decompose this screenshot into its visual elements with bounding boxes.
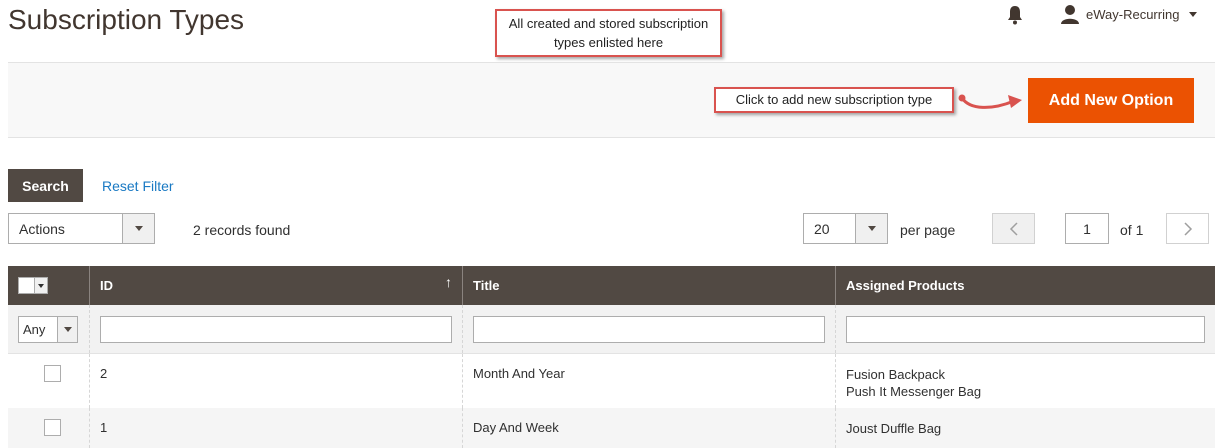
column-header-label: Assigned Products [846,278,965,293]
filter-cell [836,305,1215,353]
chevron-left-icon [1009,221,1018,236]
id-filter-input[interactable] [100,315,452,343]
data-grid: ID ↑ Title Assigned Products Any 2 Month… [8,266,1215,448]
row-select-cell [8,408,90,448]
chevron-down-icon [63,326,72,332]
column-header-label: ID [100,278,113,293]
column-header-label: Title [473,278,500,293]
column-header-assigned-products[interactable]: Assigned Products [836,266,1215,305]
table-row[interactable]: 2 Month And Year Fusion Backpack Push It… [8,354,1215,408]
table-row[interactable]: 1 Day And Week Joust Duffle Bag [8,408,1215,448]
annotation-callout-list: All created and stored subscription type… [495,9,722,57]
mass-select-column [8,266,90,305]
dropdown-toggle[interactable] [57,316,77,342]
dropdown-toggle[interactable] [122,214,154,243]
product-name: Push It Messenger Bag [846,384,982,399]
chevron-down-icon [867,226,876,231]
actions-dropdown[interactable]: Actions [8,213,155,244]
column-header-id[interactable]: ID ↑ [90,266,463,305]
product-name: Fusion Backpack [846,367,945,382]
filter-cell [90,305,463,353]
products-cell: Fusion Backpack Push It Messenger Bag [836,354,1215,408]
bell-icon[interactable] [1006,5,1024,25]
next-page-button[interactable] [1166,213,1209,244]
chevron-down-icon [38,283,44,288]
filter-cell: Any [8,305,90,353]
dropdown-toggle[interactable] [855,214,887,243]
user-menu[interactable]: eWay-Recurring [1060,4,1198,24]
row-select-cell [8,354,90,408]
product-name: Joust Duffle Bag [846,421,942,436]
grid-header-row: ID ↑ Title Assigned Products [8,266,1215,305]
any-filter-value: Any [23,321,46,337]
per-page-dropdown[interactable]: 20 [803,213,888,244]
products-cell: Joust Duffle Bag [836,408,1215,448]
row-checkbox[interactable] [44,419,61,436]
mass-select-dropdown[interactable] [34,278,47,293]
add-new-option-button[interactable]: Add New Option [1028,78,1194,123]
previous-page-button[interactable] [992,213,1035,244]
annotation-arrow-icon [958,94,1022,109]
id-cell: 2 [90,354,463,408]
search-button[interactable]: Search [8,169,83,202]
products-filter-input[interactable] [846,315,1205,343]
row-checkbox[interactable] [44,365,61,382]
records-count: 2 records found [193,222,291,238]
column-header-title[interactable]: Title [463,266,836,305]
page-count-label: of 1 [1120,222,1144,238]
user-icon [1061,5,1079,24]
title-filter-input[interactable] [473,315,825,343]
per-page-label: per page [900,222,956,238]
grid-filter-row: Any [8,305,1215,354]
chevron-down-icon [134,226,143,231]
title-cell: Month And Year [463,354,836,408]
id-cell: 1 [90,408,463,448]
chevron-right-icon [1183,221,1192,236]
mass-select-control[interactable] [18,277,48,294]
filter-cell [463,305,836,353]
page-number-input[interactable] [1065,213,1109,244]
mass-select-checkbox[interactable] [19,278,34,293]
actions-label: Actions [19,220,65,237]
reset-filter-link[interactable]: Reset Filter [102,178,174,194]
sort-arrow-icon: ↑ [445,274,452,290]
title-cell: Day And Week [463,408,836,448]
annotation-callout-add: Click to add new subscription type [714,87,954,113]
per-page-value: 20 [814,220,830,237]
user-name: eWay-Recurring [1086,6,1180,22]
any-filter-select[interactable]: Any [18,315,78,343]
chevron-down-icon [1189,11,1198,17]
page-title: Subscription Types [8,4,245,35]
